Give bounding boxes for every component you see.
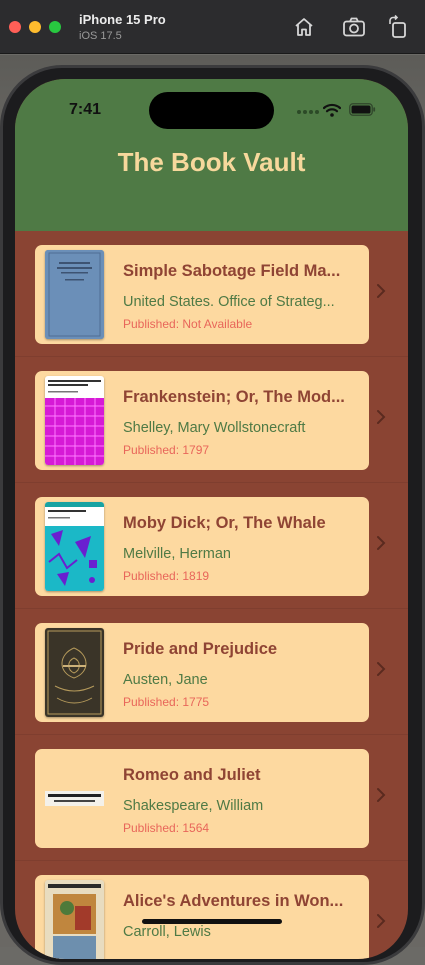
minimize-window-button[interactable] (29, 21, 41, 33)
book-cover-image (45, 376, 104, 465)
os-version: iOS 17.5 (79, 30, 122, 42)
book-author: Melville, Herman (123, 546, 231, 562)
book-card[interactable]: Moby Dick; Or, The Whale Melville, Herma… (35, 497, 369, 596)
app-title: The Book Vault (117, 147, 306, 177)
close-window-button[interactable] (9, 21, 21, 33)
book-title: Pride and Prejudice (123, 640, 278, 658)
cellular-icon (297, 110, 319, 114)
book-cover-image (45, 628, 104, 717)
book-title: Moby Dick; Or, The Whale (123, 514, 326, 532)
book-card[interactable]: Simple Sabotage Field Ma... United State… (35, 245, 369, 344)
book-published: Published: Not Available (123, 317, 253, 331)
rotate-button[interactable] (386, 14, 412, 40)
device-screen: 7:41 The Book Vault Simple Sabotage Fiel… (15, 79, 408, 959)
book-row[interactable]: Romeo and Juliet Shakespeare, William Pu… (15, 735, 408, 861)
chevron-right-icon (377, 788, 386, 802)
home-indicator[interactable] (142, 919, 282, 924)
chevron-right-icon (377, 284, 386, 298)
book-published: Published: 1819 (123, 569, 210, 583)
zoom-window-button[interactable] (49, 21, 61, 33)
book-card[interactable]: Alice's Adventures in Won... Carroll, Le… (35, 875, 369, 959)
book-title: Simple Sabotage Field Ma... (123, 262, 341, 280)
dynamic-island (149, 92, 274, 129)
rotate-icon (389, 14, 406, 38)
screenshot-button[interactable] (341, 14, 367, 40)
home-icon (295, 18, 313, 36)
status-time: 7:41 (69, 101, 102, 118)
battery-icon (349, 103, 376, 116)
book-card[interactable]: Pride and Prejudice Austen, Jane Publish… (35, 623, 369, 722)
wifi-icon (323, 103, 341, 117)
chevron-right-icon (377, 536, 386, 550)
chevron-right-icon (377, 410, 386, 424)
book-title: Romeo and Juliet (123, 766, 261, 784)
book-row[interactable]: Frankenstein; Or, The Mod... Shelley, Ma… (15, 357, 408, 483)
home-button[interactable] (291, 14, 317, 40)
book-author: Shakespeare, William (123, 798, 264, 814)
book-row[interactable]: Alice's Adventures in Won... Carroll, Le… (15, 861, 408, 959)
book-author: Carroll, Lewis (123, 924, 211, 940)
book-title: Frankenstein; Or, The Mod... (123, 388, 345, 406)
book-row[interactable]: Simple Sabotage Field Ma... United State… (15, 231, 408, 357)
camera-icon (343, 17, 365, 37)
book-card[interactable]: Romeo and Juliet Shakespeare, William Pu… (35, 749, 369, 848)
simulator-titlebar: iPhone 15 Pro iOS 17.5 (0, 0, 425, 54)
book-cover-image (45, 754, 104, 843)
book-cover-image (45, 880, 104, 959)
book-author: Shelley, Mary Wollstonecraft (123, 420, 306, 436)
book-published: Published: 1564 (123, 821, 210, 835)
book-published: Published: 1797 (123, 443, 210, 457)
app-header: 7:41 The Book Vault (15, 79, 408, 231)
book-published: Published: 1775 (123, 695, 210, 709)
book-cover-image (45, 502, 104, 591)
chevron-right-icon (377, 662, 386, 676)
chevron-right-icon (377, 914, 386, 928)
book-card[interactable]: Frankenstein; Or, The Mod... Shelley, Ma… (35, 371, 369, 470)
book-row[interactable]: Moby Dick; Or, The Whale Melville, Herma… (15, 483, 408, 609)
book-title: Alice's Adventures in Won... (123, 892, 344, 910)
book-author: Austen, Jane (123, 672, 208, 688)
book-cover-image (45, 250, 104, 339)
device-name: iPhone 15 Pro (79, 12, 166, 27)
book-row[interactable]: Pride and Prejudice Austen, Jane Publish… (15, 609, 408, 735)
book-author: United States. Office of Strateg... (123, 294, 335, 310)
